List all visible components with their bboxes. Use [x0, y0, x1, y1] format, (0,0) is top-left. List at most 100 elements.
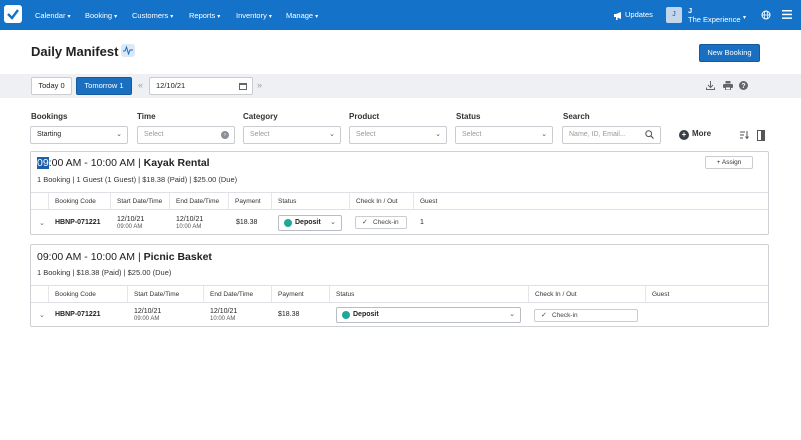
- plus-icon: +: [679, 130, 689, 140]
- manifest-card-picnic: 09:00 AM - 10:00 AM | Picnic Basket 1 Bo…: [30, 244, 769, 327]
- table-header: Booking Code Start Date/Time End Date/Ti…: [31, 285, 768, 303]
- nav-customers[interactable]: Customers ▾: [132, 11, 173, 20]
- previous-day-icon[interactable]: «: [138, 80, 143, 90]
- chevron-down-icon: ⌄: [330, 219, 336, 226]
- megaphone-icon: [614, 11, 621, 20]
- date-value: 12/10/21: [156, 81, 186, 90]
- updates-link[interactable]: Updates: [613, 10, 653, 20]
- product-filter-label: Product: [349, 112, 380, 121]
- category-filter-label: Category: [243, 112, 278, 121]
- check-in-button[interactable]: ✓ Check-in: [355, 216, 407, 229]
- next-day-icon[interactable]: »: [257, 80, 262, 90]
- bookings-select[interactable]: Starting ⌄: [30, 126, 128, 144]
- chevron-down-icon: ▾: [114, 14, 118, 20]
- nav-calendar[interactable]: Calendar ▾: [35, 11, 70, 20]
- column-header[interactable]: Booking Code: [48, 193, 110, 210]
- chevron-down-icon: ⌄: [509, 311, 515, 318]
- column-header[interactable]: Status: [329, 286, 528, 303]
- product-select[interactable]: Select ⌄: [349, 126, 447, 144]
- start-datetime: 12/10/21 09:00 AM: [134, 308, 162, 322]
- column-header[interactable]: Guest: [645, 286, 768, 303]
- end-datetime: 12/10/21 10:00 AM: [210, 308, 238, 322]
- nav-reports[interactable]: Reports ▾: [189, 11, 220, 20]
- check-in-button[interactable]: ✓ Check-in: [534, 309, 638, 322]
- booking-code[interactable]: HBNP-071221: [55, 311, 101, 318]
- column-header[interactable]: End Date/Time: [203, 286, 271, 303]
- chevron-down-icon: ▾: [315, 14, 319, 20]
- pulse-icon[interactable]: [121, 44, 135, 57]
- tomorrow-button[interactable]: Tomorrow 1: [76, 77, 132, 95]
- manifest-card-kayak: 09:00 AM - 10:00 AM | Kayak Rental 1 Boo…: [30, 151, 769, 235]
- column-header[interactable]: Guest: [413, 193, 768, 210]
- assign-button[interactable]: + Assign: [705, 156, 753, 169]
- status-select[interactable]: Deposit ⌄: [278, 215, 342, 231]
- chevron-down-icon[interactable]: ⌄: [39, 311, 45, 319]
- avatar[interactable]: J: [666, 7, 682, 23]
- start-datetime: 12/10/21 09:00 AM: [117, 216, 145, 230]
- hamburger-menu-icon[interactable]: [782, 10, 792, 19]
- calendar-icon: [239, 83, 247, 90]
- account-name[interactable]: J: [688, 6, 692, 15]
- clock-icon: ›: [221, 131, 229, 139]
- chevron-down-icon: ▾: [170, 14, 174, 20]
- new-booking-button[interactable]: New Booking: [699, 44, 760, 62]
- search-input[interactable]: Name, ID, Email...: [562, 126, 661, 144]
- column-layout-icon[interactable]: [757, 130, 765, 141]
- checkmark-icon: ✓: [541, 312, 547, 319]
- download-icon[interactable]: [706, 81, 715, 90]
- chevron-down-icon: ▾: [67, 14, 71, 20]
- checkmark-logo-icon[interactable]: [4, 5, 22, 23]
- nav-booking[interactable]: Booking ▾: [85, 11, 117, 20]
- manifest-summary: 1 Booking | 1 Guest (1 Guest) | $18.38 (…: [37, 175, 238, 184]
- manifest-summary: 1 Booking | $18.38 (Paid) | $25.00 (Due): [37, 268, 172, 277]
- column-header[interactable]: Start Date/Time: [110, 193, 169, 210]
- guest-count: 1: [420, 219, 424, 226]
- chevron-down-icon: ⌄: [329, 131, 335, 138]
- column-header[interactable]: Payment: [228, 193, 271, 210]
- chevron-down-icon[interactable]: ▾: [743, 14, 746, 21]
- payment-amount: $18.38: [278, 311, 300, 318]
- svg-text:?: ?: [741, 83, 745, 90]
- account-company[interactable]: The Experience: [688, 15, 741, 24]
- date-input[interactable]: 12/10/21: [149, 77, 253, 95]
- status-select[interactable]: Select ⌄: [455, 126, 553, 144]
- booking-code[interactable]: HBNP-071221: [55, 219, 101, 226]
- sort-icon[interactable]: [740, 131, 749, 139]
- status-dot-icon: [284, 219, 292, 227]
- today-button[interactable]: Today 0: [31, 77, 72, 95]
- status-select[interactable]: Deposit ⌄: [336, 307, 521, 323]
- search-icon: [645, 130, 654, 139]
- category-select[interactable]: Select ⌄: [243, 126, 341, 144]
- column-header[interactable]: Start Date/Time: [127, 286, 203, 303]
- column-header[interactable]: Booking Code: [48, 286, 127, 303]
- column-header[interactable]: End Date/Time: [169, 193, 228, 210]
- checkmark-icon: ✓: [362, 219, 368, 226]
- search-filter-label: Search: [563, 112, 590, 121]
- chevron-down-icon: ▾: [268, 14, 272, 20]
- more-filters-button[interactable]: + More: [679, 129, 711, 140]
- column-header[interactable]: Check In / Out: [528, 286, 645, 303]
- payment-amount: $18.38: [236, 219, 258, 226]
- time-select[interactable]: Select ›: [137, 126, 235, 144]
- status-dot-icon: [342, 311, 350, 319]
- time-filter-label: Time: [137, 112, 156, 121]
- help-icon[interactable]: ?: [739, 81, 748, 90]
- nav-manage[interactable]: Manage ▾: [286, 11, 318, 20]
- chevron-down-icon: ⌄: [541, 131, 547, 138]
- manifest-title: 09:00 AM - 10:00 AM | Kayak Rental: [37, 157, 210, 169]
- table-header: Booking Code Start Date/Time End Date/Ti…: [31, 192, 768, 210]
- chevron-down-icon: ⌄: [116, 131, 122, 138]
- bookings-filter-label: Bookings: [31, 112, 68, 121]
- top-navigation-bar: Calendar ▾ Booking ▾ Customers ▾ Reports ▾ I…: [0, 0, 801, 30]
- chevron-down-icon: ⌄: [435, 131, 441, 138]
- column-header[interactable]: Check In / Out: [349, 193, 413, 210]
- column-header[interactable]: Payment: [271, 286, 329, 303]
- chevron-down-icon: ▾: [217, 14, 221, 20]
- page-title: Daily Manifest: [31, 44, 119, 59]
- manifest-title: 09:00 AM - 10:00 AM | Picnic Basket: [37, 251, 212, 263]
- print-icon[interactable]: [723, 81, 733, 90]
- globe-icon[interactable]: [761, 10, 771, 20]
- chevron-down-icon[interactable]: ⌄: [39, 219, 45, 227]
- column-header[interactable]: Status: [271, 193, 349, 210]
- nav-inventory[interactable]: Inventory ▾: [236, 11, 272, 20]
